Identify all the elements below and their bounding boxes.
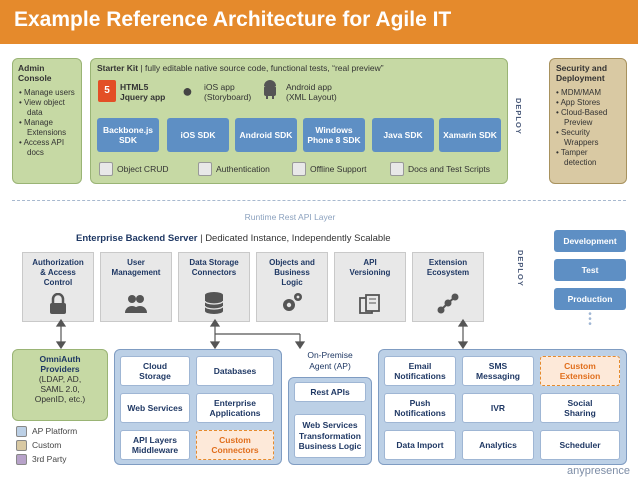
legend-label: 3rd Party — [32, 454, 67, 464]
sms-messaging: SMS Messaging — [462, 356, 534, 386]
ivr: IVR — [462, 393, 534, 423]
enterprise-applications: Enterprise Applications — [196, 393, 274, 423]
brand-name: anypresence — [567, 465, 630, 477]
api-layers-middleware: API Layers Middleware — [120, 430, 190, 460]
data-import: Data Import — [384, 430, 456, 460]
push-notifications: Push Notifications — [384, 393, 456, 423]
cloud-storage: Cloud Storage — [120, 356, 190, 386]
legend-label: AP Platform — [32, 426, 78, 436]
custom-extension: Custom Extension — [540, 356, 620, 386]
brand-logo: anypresence — [540, 465, 630, 479]
legend-swatch — [16, 426, 27, 437]
legend-swatch — [16, 440, 27, 451]
omniauth-panel: OmniAuth Providers (LDAP, AD, SAML 2.0, … — [12, 349, 108, 421]
on-premise-rest-apis: Rest APIs — [294, 382, 366, 402]
social-sharing: Social Sharing — [540, 393, 620, 423]
email-notifications: Email Notifications — [384, 356, 456, 386]
legend-swatch — [16, 454, 27, 465]
legend-label: Custom — [32, 440, 62, 450]
custom-connectors: Custom Connectors — [196, 430, 274, 460]
analytics: Analytics — [462, 430, 534, 460]
scheduler: Scheduler — [540, 430, 620, 460]
on-premise-web-services: Web Services Transformation Business Log… — [294, 414, 366, 458]
omniauth-detail: (LDAP, AD, SAML 2.0, OpenID, etc.) — [34, 374, 86, 404]
omniauth-title: OmniAuth Providers — [39, 354, 81, 374]
web-services: Web Services — [120, 393, 190, 423]
on-premise-title: On-Premise Agent (AP) — [307, 350, 353, 371]
databases: Databases — [196, 356, 274, 386]
